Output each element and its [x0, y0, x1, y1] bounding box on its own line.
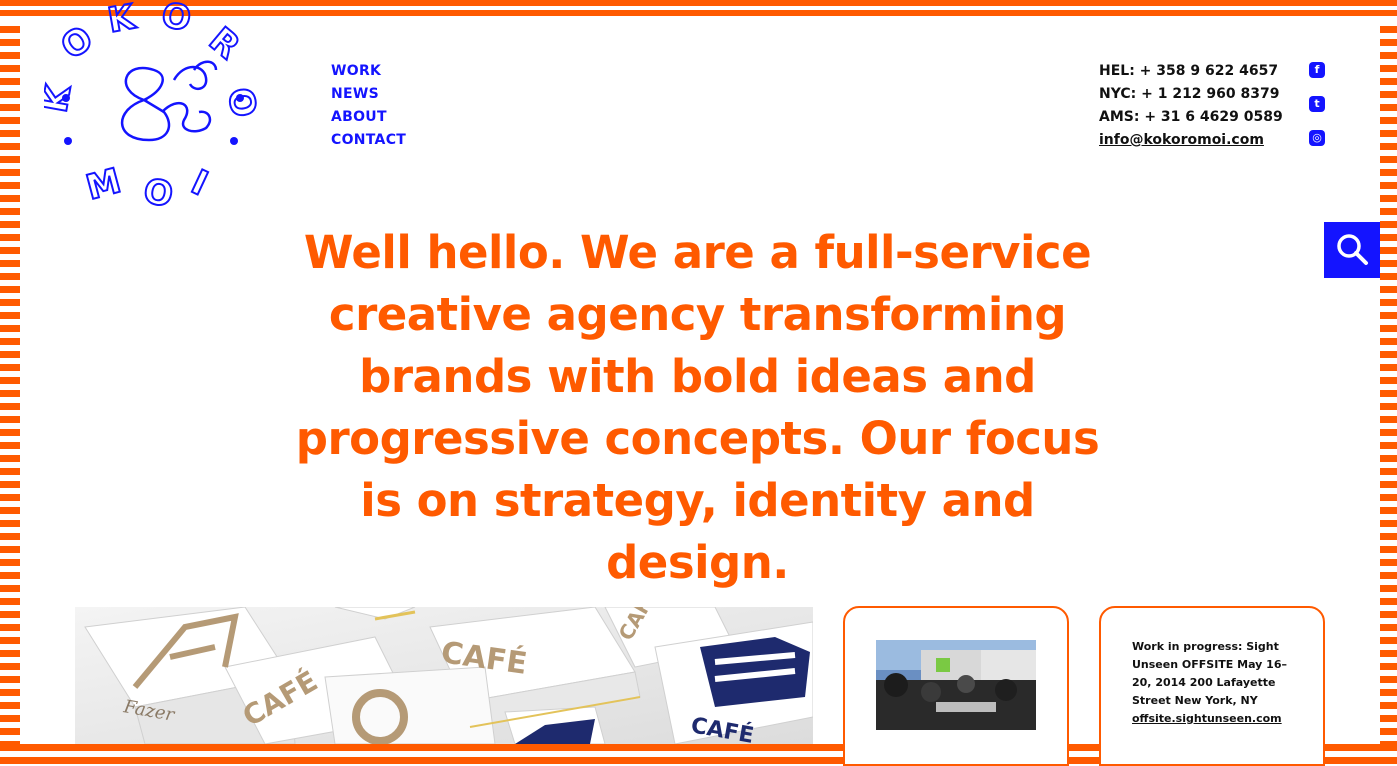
ampersand-ornament: [120, 60, 218, 142]
featured-project-image[interactable]: CAFÉ CAFÉ CAFÉ CAFÉ Fazer: [75, 607, 813, 744]
news-link[interactable]: offsite.sightunseen.com: [1132, 712, 1282, 725]
main-nav: WORK NEWS ABOUT CONTACT: [331, 60, 406, 152]
hero-statement: Well hello. We are a full-service creati…: [295, 226, 1100, 589]
phone-helsinki: HEL: + 358 9 622 4657: [1099, 63, 1279, 79]
logo-letter: R: [201, 20, 247, 67]
news-text: Work in progress: Sight Unseen OFFSITE M…: [1132, 640, 1287, 707]
news-photo: [876, 640, 1036, 730]
nav-item-about[interactable]: ABOUT: [331, 106, 406, 129]
facebook-icon[interactable]: f: [1309, 62, 1325, 78]
kokoromoi-logo[interactable]: O K O R O K M O I: [34, 0, 264, 217]
logo-letter: O: [159, 0, 194, 40]
logo-letter: K: [105, 0, 140, 41]
news-card-text[interactable]: Work in progress: Sight Unseen OFFSITE M…: [1099, 606, 1325, 766]
logo-letter: O: [141, 171, 176, 210]
nav-item-work[interactable]: WORK: [331, 60, 406, 83]
news-card-photo[interactable]: [843, 606, 1069, 766]
nav-item-contact[interactable]: CONTACT: [331, 129, 406, 152]
logo-letter: K: [44, 81, 79, 116]
email-link[interactable]: info@kokoromoi.com: [1099, 129, 1283, 152]
phone-amsterdam: AMS: + 31 6 4629 0589: [1099, 109, 1283, 125]
logo-letter: I: [185, 162, 213, 204]
nav-item-news[interactable]: NEWS: [331, 83, 406, 106]
news-card-body: Work in progress: Sight Unseen OFFSITE M…: [1132, 638, 1297, 728]
contact-info: HEL: + 358 9 622 4657 NYC: + 1 212 960 8…: [1099, 60, 1283, 152]
search-button[interactable]: [1324, 222, 1380, 278]
logo-letter: O: [54, 18, 101, 67]
search-icon: [1337, 234, 1368, 265]
logo-letter: M: [82, 161, 125, 208]
phone-new-york: NYC: + 1 212 960 8379: [1099, 86, 1280, 102]
instagram-icon[interactable]: ◎: [1309, 130, 1325, 146]
twitter-icon[interactable]: t: [1309, 96, 1325, 112]
logo-letter: O: [219, 85, 263, 120]
